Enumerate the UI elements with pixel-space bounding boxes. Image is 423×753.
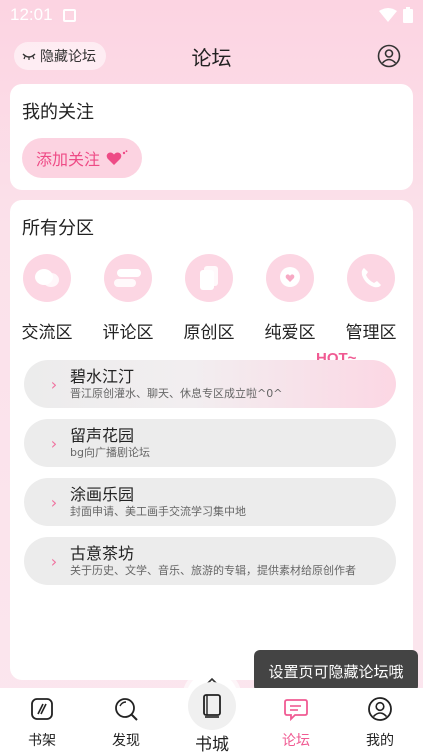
closed-eye-icon (22, 53, 36, 60)
zone-original[interactable]: 原创区 (169, 254, 249, 343)
tab-bookstore[interactable]: 书城 (186, 672, 238, 753)
forum-row[interactable]: › 古意茶坊 关于历史、文学、音乐、旅游的专辑，提供素材给原创作者 (24, 537, 396, 585)
forum-desc: 封面申请、美工画手交流学习集中地 (70, 505, 246, 518)
zone-exchange[interactable]: 交流区 (7, 254, 87, 343)
discover-icon (115, 698, 138, 721)
zone-pure-love[interactable]: 纯爱区 (250, 254, 330, 343)
forum-row[interactable]: › 碧水江汀 晋江原创灌水、聊天、休息专区成立啦^0^ (24, 360, 396, 408)
tab-forum[interactable]: 论坛 (266, 696, 326, 750)
book-icon (188, 682, 236, 730)
battery-icon (403, 7, 413, 23)
notification-icon (62, 8, 76, 22)
heart-icon (106, 150, 128, 165)
zone-comments[interactable]: 评论区 (88, 254, 168, 343)
forum-desc: bg向广播剧论坛 (70, 446, 150, 459)
profile-icon (368, 697, 392, 721)
zone-label: 评论区 (102, 323, 154, 343)
phone-icon (347, 254, 395, 302)
header: 隐藏论坛 论坛 (0, 38, 423, 74)
tab-bookshelf[interactable]: 书架 (12, 696, 72, 750)
page-title: 论坛 (191, 45, 232, 70)
tab-label: 书城 (195, 735, 229, 753)
tab-discover[interactable]: 发现 (96, 696, 156, 750)
forum-name: 留声花园 (70, 426, 135, 445)
wifi-icon (379, 8, 397, 22)
comment-bars-icon (104, 254, 152, 302)
status-bar: 12:01 (0, 0, 423, 30)
forum-row[interactable]: › 留声花园 bg向广播剧论坛 (24, 419, 396, 467)
hide-forum-button[interactable]: 隐藏论坛 (14, 42, 106, 70)
forum-desc: 晋江原创灌水、聊天、休息专区成立啦^0^ (70, 387, 283, 400)
zone-admin[interactable]: 管理区 (331, 254, 411, 343)
zone-label: 管理区 (345, 323, 397, 343)
my-follows-title: 我的关注 (22, 102, 94, 123)
zone-label: 交流区 (21, 323, 73, 343)
zone-label: 纯爱区 (264, 323, 316, 343)
zone-label: 原创区 (183, 323, 235, 343)
chat-bubbles-icon (23, 254, 71, 302)
my-follows-card: 我的关注 添加关注 (10, 84, 413, 190)
chevron-right-icon: › (50, 551, 58, 571)
tab-label: 发现 (112, 733, 140, 749)
tab-label: 我的 (366, 733, 394, 749)
tab-label: 书架 (28, 733, 56, 749)
chevron-right-icon: › (50, 374, 58, 394)
status-indicators (379, 7, 413, 23)
zone-grid: 交流区 评论区 原创区 纯爱区 管理区 (10, 254, 413, 344)
forum-desc: 关于历史、文学、音乐、旅游的专辑，提供素材给原创作者 (70, 564, 356, 577)
forum-row[interactable]: › 涂画乐园 封面申请、美工画手交流学习集中地 (24, 478, 396, 526)
pages-icon (185, 254, 233, 302)
add-follow-button[interactable]: 添加关注 (22, 138, 143, 178)
bookshelf-icon (31, 698, 53, 720)
add-follow-label: 添加关注 (36, 150, 101, 169)
heart-bubble-icon (266, 254, 314, 302)
status-time: 12:01 (10, 5, 53, 24)
chevron-right-icon: › (50, 433, 58, 453)
all-zones-card: 所有分区 交流区 评论区 原创区 纯爱区 管理区 HOT~ › 碧水江汀 晋江原… (10, 200, 413, 680)
forum-name: 涂画乐园 (70, 485, 135, 504)
tab-label: 论坛 (282, 733, 310, 749)
forum-icon (284, 699, 308, 722)
tab-mine[interactable]: 我的 (350, 696, 410, 750)
chevron-right-icon: › (50, 492, 58, 512)
hide-forum-tooltip: 设置页可隐藏论坛哦 (254, 650, 418, 700)
forum-name: 碧水江汀 (70, 367, 135, 386)
hide-forum-label: 隐藏论坛 (40, 49, 96, 65)
all-zones-title: 所有分区 (22, 218, 94, 239)
user-profile-icon[interactable] (377, 44, 401, 68)
forum-name: 古意茶坊 (70, 544, 135, 563)
